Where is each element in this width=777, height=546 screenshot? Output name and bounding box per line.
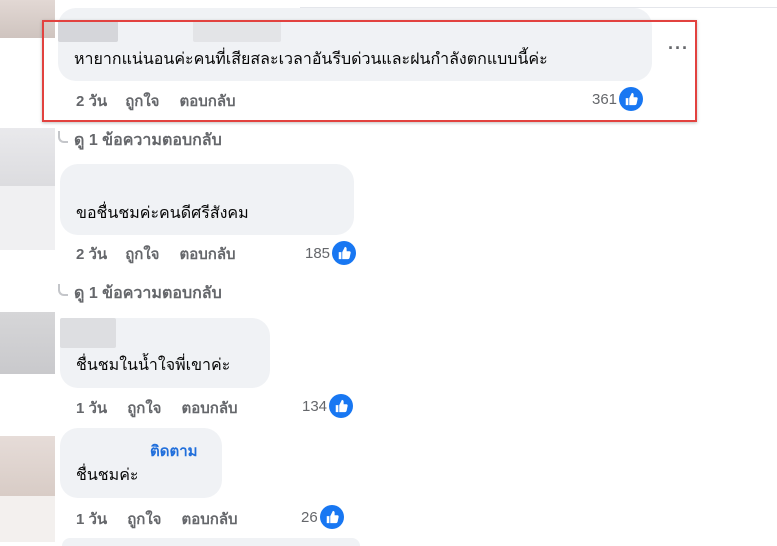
next-comment-bubble <box>62 538 360 546</box>
reaction-count: 185 <box>305 244 331 262</box>
view-replies-label: ดู 1 ข้อความตอบกลับ <box>74 285 222 302</box>
comment-bubble: ขอชื่นชมค่ะคนดีศรีสังคม <box>60 164 354 235</box>
comment-text: ขอชื่นชมค่ะคนดีศรีสังคม <box>76 205 249 222</box>
highlight-box <box>42 20 697 122</box>
follow-button[interactable]: ติดตาม <box>150 442 198 462</box>
comment-actions: 1 วัน ถูกใจ ตอบกลับ <box>76 396 238 420</box>
view-replies-label: ดู 1 ข้อความตอบกลับ <box>74 132 222 149</box>
thumbs-up-icon <box>319 505 344 529</box>
reaction-summary[interactable]: 185 <box>305 241 357 265</box>
avatar-background <box>0 186 55 250</box>
comment-bubble: ชื่นชมในน้ำใจพี่เขาค่ะ <box>60 318 270 388</box>
reaction-count: 26 <box>301 508 318 526</box>
comment-age[interactable]: 1 วัน <box>76 396 107 420</box>
comment-actions: 2 วัน ถูกใจ ตอบกลับ <box>76 242 236 266</box>
reaction-count: 134 <box>302 397 328 415</box>
author-name-blurred[interactable] <box>60 318 116 348</box>
reaction-summary[interactable]: 26 <box>301 505 344 529</box>
like-button[interactable]: ถูกใจ <box>127 396 161 420</box>
comment-actions: 1 วัน ถูกใจ ตอบกลับ <box>76 507 238 531</box>
thread-connector <box>58 283 68 296</box>
view-replies-link[interactable]: ดู 1 ข้อความตอบกลับ <box>58 281 222 306</box>
reaction-summary[interactable]: 134 <box>302 394 354 418</box>
thumbs-up-icon <box>329 394 354 418</box>
reply-button[interactable]: ตอบกลับ <box>181 507 237 531</box>
reply-button[interactable]: ตอบกลับ <box>179 242 235 266</box>
thread-connector <box>58 130 68 143</box>
avatar[interactable] <box>0 436 55 496</box>
avatar[interactable] <box>0 128 55 186</box>
like-button[interactable]: ถูกใจ <box>127 507 161 531</box>
avatar[interactable] <box>0 312 55 374</box>
like-button[interactable]: ถูกใจ <box>125 242 159 266</box>
comment-age[interactable]: 2 วัน <box>76 242 107 266</box>
reply-button[interactable]: ตอบกลับ <box>181 396 237 420</box>
comment-age[interactable]: 1 วัน <box>76 507 107 531</box>
comment-bubble: ติดตาม ชื่นชมค่ะ <box>60 428 222 498</box>
avatar-background <box>0 496 55 542</box>
thumbs-up-icon <box>332 241 357 265</box>
comment-text: ชื่นชมในน้ำใจพี่เขาค่ะ <box>76 357 231 374</box>
comment-text: ชื่นชมค่ะ <box>76 467 139 484</box>
view-replies-link[interactable]: ดู 1 ข้อความตอบกลับ <box>58 128 222 153</box>
